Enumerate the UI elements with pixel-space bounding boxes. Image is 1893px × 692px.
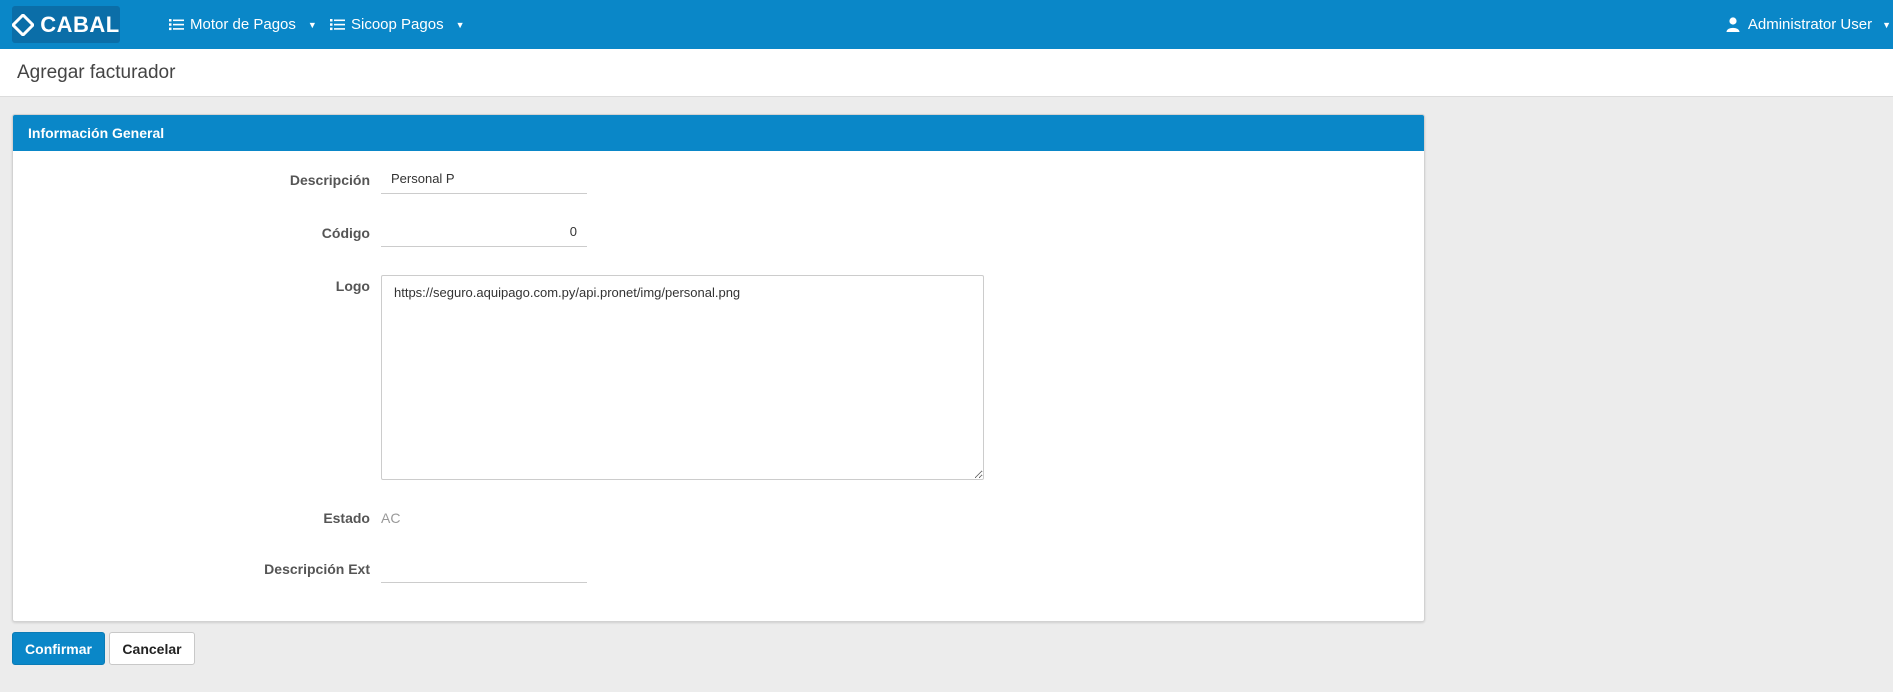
page-header: Agregar facturador (0, 49, 1893, 97)
codigo-input[interactable] (381, 217, 587, 247)
caret-down-icon: ▼ (455, 19, 465, 30)
panel-heading: Información General (13, 115, 1424, 151)
brand-logo[interactable]: CABAL (12, 6, 120, 43)
descripcion-label: Descripción (289, 172, 370, 188)
user-menu[interactable]: Administrator User ▼ (1726, 0, 1893, 49)
menu-motor-de-pagos[interactable]: Motor de Pagos ▼ (169, 0, 317, 49)
list-icon (330, 19, 345, 31)
estado-value: AC (381, 510, 401, 526)
logo-textarea[interactable]: https://seguro.aquipago.com.py/api.prone… (381, 275, 984, 480)
caret-down-icon: ▼ (307, 19, 317, 30)
general-info-panel: Información General Descripción Código L… (12, 114, 1425, 622)
top-navbar: CABAL Motor de Pagos ▼ Sicoop Pagos ▼ Ad… (0, 0, 1893, 49)
confirm-button[interactable]: Confirmar (12, 632, 105, 665)
menu-sicoop-pagos[interactable]: Sicoop Pagos ▼ (330, 0, 465, 49)
caret-down-icon: ▼ (1882, 19, 1891, 30)
list-icon (169, 19, 184, 31)
user-icon (1726, 17, 1740, 32)
menu-label: Motor de Pagos (190, 16, 296, 33)
codigo-label: Código (321, 225, 370, 241)
descripcion-ext-label: Descripción Ext (264, 561, 370, 577)
brand-text: CABAL (40, 11, 120, 37)
descripcion-input[interactable] (381, 164, 587, 194)
logo-label: Logo (335, 278, 370, 294)
estado-label: Estado (323, 510, 370, 526)
page-title: Agregar facturador (17, 62, 176, 83)
descripcion-ext-input[interactable] (381, 553, 587, 583)
cabal-diamond-icon (12, 13, 35, 36)
user-name: Administrator User (1747, 16, 1873, 33)
cancel-button[interactable]: Cancelar (109, 632, 195, 665)
menu-label: Sicoop Pagos (351, 16, 444, 33)
